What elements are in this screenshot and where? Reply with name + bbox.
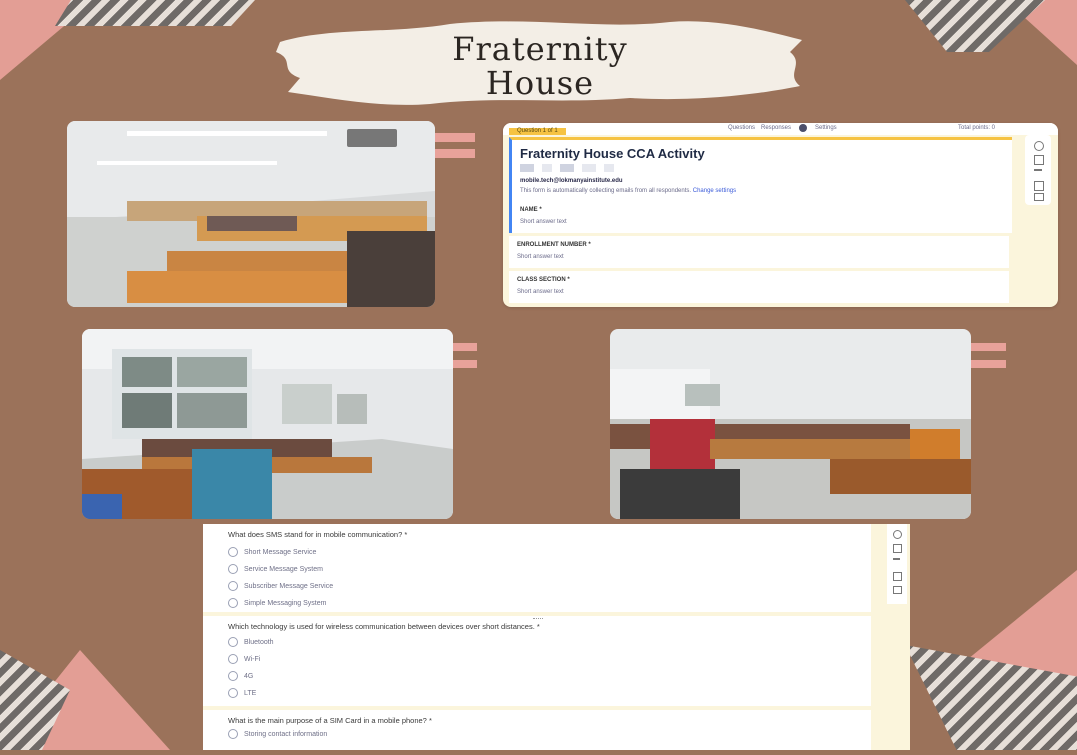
option-radio[interactable]: LTE — [228, 688, 274, 698]
drag-handle-icon[interactable] — [533, 618, 543, 621]
add-section-icon[interactable] — [1034, 193, 1044, 201]
quiz-side-toolbar — [887, 524, 907, 604]
form-email-line: mobile.tech@lokmanyainstitute.edu — [520, 178, 623, 184]
quiz-question-card: What does SMS stand for in mobile commun… — [203, 524, 871, 612]
form-side-toolbar — [1025, 135, 1051, 205]
radio-icon — [228, 688, 238, 698]
add-question-icon[interactable] — [1034, 141, 1044, 151]
photo-accent-tab — [453, 343, 477, 351]
option-radio[interactable]: Storing contact information — [228, 729, 327, 739]
email-collection-info: This form is automatically collecting em… — [520, 188, 737, 194]
form-field-name: NAME * Short answer text — [509, 201, 1012, 233]
option-radio[interactable]: Bluetooth — [228, 637, 274, 647]
tab-settings[interactable]: Settings — [815, 125, 837, 132]
question-text: Which technology is used for wireless co… — [228, 622, 540, 631]
radio-icon — [228, 729, 238, 739]
stripes-top-left — [55, 0, 255, 26]
add-question-icon[interactable] — [893, 530, 902, 539]
quiz-screenshot: What does SMS stand for in mobile commun… — [203, 524, 910, 750]
add-title-icon[interactable] — [1034, 169, 1042, 179]
field-label: NAME * — [520, 207, 542, 213]
title-line-2: House — [485, 64, 595, 102]
radio-icon — [228, 564, 238, 574]
short-answer-input[interactable]: Short answer text — [520, 219, 567, 226]
option-radio[interactable]: Short Message Service — [228, 547, 333, 557]
import-questions-icon[interactable] — [893, 544, 902, 553]
tab-questions[interactable]: Questions — [728, 125, 755, 132]
option-radio[interactable]: Service Message System — [228, 564, 333, 574]
photo-accent-tab — [435, 133, 475, 142]
photo-accent-tab — [453, 360, 477, 368]
radio-icon — [228, 581, 238, 591]
form-field-enrollment: ENROLLMENT NUMBER * Short answer text — [509, 236, 1009, 268]
add-image-icon[interactable] — [893, 572, 902, 581]
add-image-icon[interactable] — [1034, 181, 1044, 191]
response-count-badge — [799, 124, 807, 132]
add-title-icon[interactable] — [893, 558, 900, 567]
option-radio[interactable]: Wi-Fi — [228, 654, 274, 664]
radio-icon — [228, 637, 238, 647]
import-questions-icon[interactable] — [1034, 155, 1044, 165]
option-radio[interactable]: Simple Messaging System — [228, 598, 333, 608]
classroom-photo-2 — [82, 329, 453, 519]
form-header-card: Fraternity House CCA Activity mobile.tec… — [509, 137, 1012, 210]
short-answer-input[interactable]: Short answer text — [517, 289, 564, 296]
text-format-toolbar — [520, 164, 630, 173]
form-heading: Fraternity House CCA Activity — [520, 146, 705, 161]
total-points: Total points: 0 — [958, 125, 996, 131]
classroom-photo-1 — [67, 121, 435, 307]
tab-responses[interactable]: Responses — [761, 125, 791, 132]
photo-accent-tab — [435, 149, 475, 158]
question-count-tab: Question 1 of 1 — [509, 128, 566, 135]
classroom-photo-3 — [610, 329, 971, 519]
quiz-question-card: Which technology is used for wireless co… — [203, 616, 871, 706]
photo-accent-tab — [971, 343, 1006, 351]
radio-icon — [228, 547, 238, 557]
radio-icon — [228, 654, 238, 664]
add-section-icon[interactable] — [893, 586, 902, 594]
title-banner: Fraternity House — [270, 12, 810, 112]
field-label: CLASS SECTION * — [517, 277, 570, 283]
form-field-class: CLASS SECTION * Short answer text — [509, 271, 1009, 303]
field-label: ENROLLMENT NUMBER * — [517, 242, 591, 248]
option-radio[interactable]: 4G — [228, 671, 274, 681]
quiz-question-card: What is the main purpose of a SIM Card i… — [203, 710, 871, 750]
photo-accent-tab — [971, 360, 1006, 368]
short-answer-input[interactable]: Short answer text — [517, 254, 564, 261]
radio-icon — [228, 671, 238, 681]
radio-icon — [228, 598, 238, 608]
option-radio[interactable]: Subscriber Message Service — [228, 581, 333, 591]
google-form-screenshot: Question 1 of 1 Questions Responses Sett… — [503, 123, 1058, 307]
question-text: What does SMS stand for in mobile commun… — [228, 530, 408, 539]
change-settings-link[interactable]: Change settings — [693, 188, 736, 194]
title-line-1: Fraternity — [452, 30, 628, 68]
